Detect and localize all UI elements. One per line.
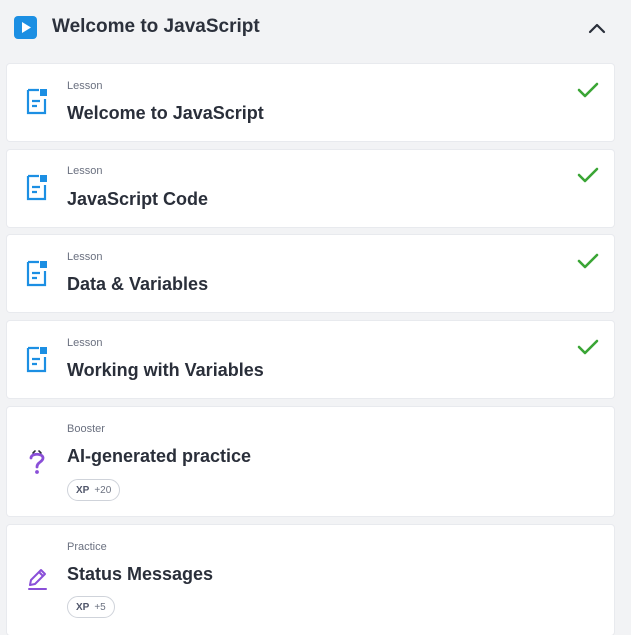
chevron-up-icon [588,23,606,34]
item-kind: Booster [67,423,105,435]
item-kind: Lesson [67,251,103,263]
item-title: Working with Variables [67,360,264,380]
pencil-icon [28,569,47,590]
item-kind: Lesson [67,80,103,92]
lesson-document-icon [26,260,47,287]
check-icon [577,82,599,98]
check-icon [577,167,599,183]
module-title: Welcome to JavaScript [52,16,260,37]
item-kind: Lesson [67,165,103,177]
xp-badge: XP +20 [67,479,121,501]
lesson-document-icon [26,88,47,115]
item-title: Status Messages [67,564,214,584]
check-icon [577,253,599,269]
lesson-item-data-variables[interactable]: Lesson Data & Variables [7,235,614,312]
practice-item-status-messages[interactable]: Practice Status Messages XP +5 [7,525,614,635]
xp-value: +20 [94,484,112,496]
item-kind: Practice [67,541,107,553]
item-title: Welcome to JavaScript [67,103,264,123]
check-icon [577,339,599,355]
lesson-document-icon [26,174,47,201]
module-header[interactable]: Welcome to JavaScript [0,0,631,56]
item-title: Data & Variables [67,274,209,294]
xp-value: +5 [94,601,106,613]
lesson-item-welcome[interactable]: Lesson Welcome to JavaScript [7,64,614,141]
xp-badge: XP +5 [67,596,115,618]
booster-item-ai-practice[interactable]: Booster AI-generated practice XP +20 [7,407,614,516]
item-title: AI-generated practice [67,446,252,466]
item-kind: Lesson [67,337,103,349]
xp-label: XP [76,601,90,613]
lesson-item-working-with-variables[interactable]: Lesson Working with Variables [7,321,614,398]
xp-label: XP [76,484,90,496]
play-icon [14,16,37,39]
lesson-document-icon [26,346,47,373]
item-title: JavaScript Code [67,189,209,209]
question-mark-icon [29,450,45,474]
collapse-button[interactable] [584,16,610,40]
lesson-item-javascript-code[interactable]: Lesson JavaScript Code [7,150,614,227]
